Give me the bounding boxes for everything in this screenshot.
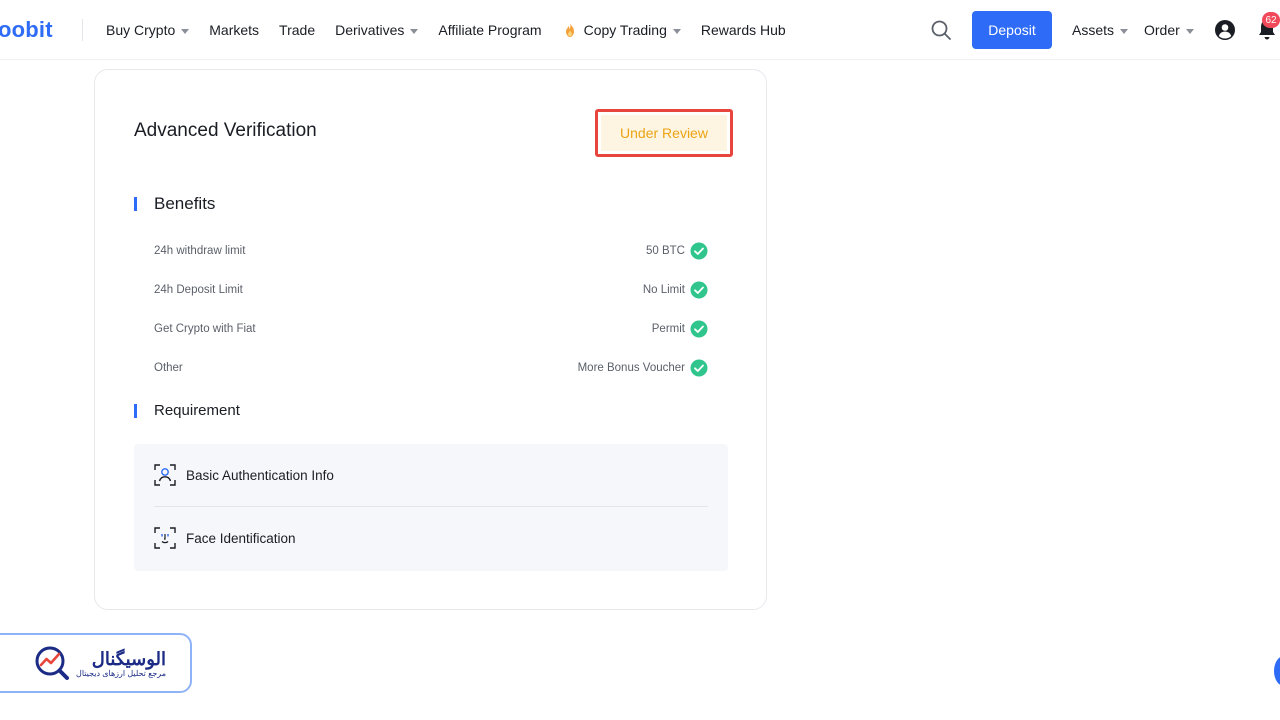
section-marker	[134, 197, 137, 211]
benefit-row: Other More Bonus Voucher	[154, 357, 708, 379]
chevron-down-icon	[1185, 28, 1194, 34]
benefit-value: 50 BTC	[646, 245, 685, 257]
benefit-row: 24h withdraw limit 50 BTC	[154, 240, 708, 262]
order-menu[interactable]: Order	[1144, 0, 1194, 60]
nav-trade[interactable]: Trade	[279, 22, 315, 38]
nav-derivatives-label: Derivatives	[335, 22, 405, 38]
top-navigation-bar: oobit Buy Crypto Markets Trade Derivativ…	[0, 0, 1280, 60]
benefit-value: More Bonus Voucher	[577, 362, 685, 374]
chart-magnifier-logo-icon	[35, 646, 69, 680]
benefits-title: Benefits	[154, 194, 216, 213]
person-scan-icon	[154, 464, 176, 486]
flame-icon	[565, 23, 574, 37]
support-chat-button[interactable]	[1274, 656, 1280, 686]
user-icon[interactable]	[1214, 19, 1236, 41]
watermark: الوسیگنال مرجع تحلیل ارزهای دیجیتال	[0, 633, 192, 693]
assets-menu[interactable]: Assets	[1072, 0, 1129, 60]
face-scan-icon	[154, 527, 176, 549]
benefit-value: No Limit	[642, 284, 685, 296]
benefit-label: 24h Deposit Limit	[154, 284, 243, 296]
nav-affiliate-program[interactable]: Affiliate Program	[438, 22, 541, 38]
check-circle-icon	[690, 359, 708, 377]
divider	[154, 506, 708, 507]
check-circle-icon	[690, 320, 708, 338]
deposit-button[interactable]: Deposit	[972, 11, 1052, 49]
nav-trade-label: Trade	[279, 22, 316, 38]
benefits-heading: Benefits	[134, 194, 215, 214]
nav-copy-trading-label: Copy Trading	[583, 22, 667, 38]
card-title: Advanced Verification	[134, 120, 317, 141]
requirement-title: Requirement	[154, 402, 240, 419]
logo[interactable]: oobit	[0, 17, 53, 43]
chevron-down-icon	[1120, 28, 1129, 34]
benefit-row: 24h Deposit Limit No Limit	[154, 279, 708, 301]
nav-affiliate-program-label: Affiliate Program	[438, 22, 542, 38]
requirement-basic-authentication[interactable]: Basic Authentication Info	[154, 464, 334, 486]
benefit-label: Get Crypto with Fiat	[154, 323, 256, 335]
nav-markets[interactable]: Markets	[209, 22, 259, 38]
requirement-list: Basic Authentication Info Face Identific…	[134, 444, 728, 571]
notification-badge: 62	[1262, 12, 1280, 28]
assets-menu-label: Assets	[1072, 22, 1115, 38]
advanced-verification-card: Advanced Verification Under Review Benef…	[94, 69, 767, 610]
benefit-row: Get Crypto with Fiat Permit	[154, 318, 708, 340]
check-circle-icon	[690, 242, 708, 260]
watermark-subtitle: مرجع تحلیل ارزهای دیجیتال	[76, 668, 166, 678]
nav-buy-crypto[interactable]: Buy Crypto	[106, 22, 190, 38]
nav-buy-crypto-label: Buy Crypto	[106, 22, 176, 38]
order-menu-label: Order	[1144, 22, 1180, 38]
benefit-label: Other	[154, 362, 183, 374]
nav-rewards-hub[interactable]: Rewards Hub	[701, 22, 786, 38]
section-marker	[134, 403, 137, 418]
logo-divider	[82, 19, 83, 41]
chevron-down-icon	[672, 28, 681, 34]
check-circle-icon	[690, 281, 708, 299]
benefit-label: 24h withdraw limit	[154, 245, 246, 257]
nav-derivatives[interactable]: Derivatives	[335, 22, 419, 38]
watermark-title: الوسیگنال	[91, 648, 166, 669]
nav-copy-trading[interactable]: Copy Trading	[562, 22, 681, 38]
chevron-down-icon	[181, 28, 190, 34]
nav-markets-label: Markets	[209, 22, 260, 38]
requirement-label: Basic Authentication Info	[186, 467, 334, 483]
status-button[interactable]: Under Review	[595, 109, 733, 157]
main-nav: Buy Crypto Markets Trade Derivatives Aff…	[106, 0, 806, 60]
chevron-down-icon	[410, 28, 419, 34]
requirement-face-identification[interactable]: Face Identification	[154, 527, 296, 549]
requirement-label: Face Identification	[186, 530, 296, 546]
requirement-heading: Requirement	[134, 402, 240, 419]
benefit-value: Permit	[651, 323, 685, 335]
search-icon[interactable]	[930, 19, 952, 41]
nav-rewards-hub-label: Rewards Hub	[700, 22, 786, 38]
status-badge: Under Review	[601, 115, 727, 151]
